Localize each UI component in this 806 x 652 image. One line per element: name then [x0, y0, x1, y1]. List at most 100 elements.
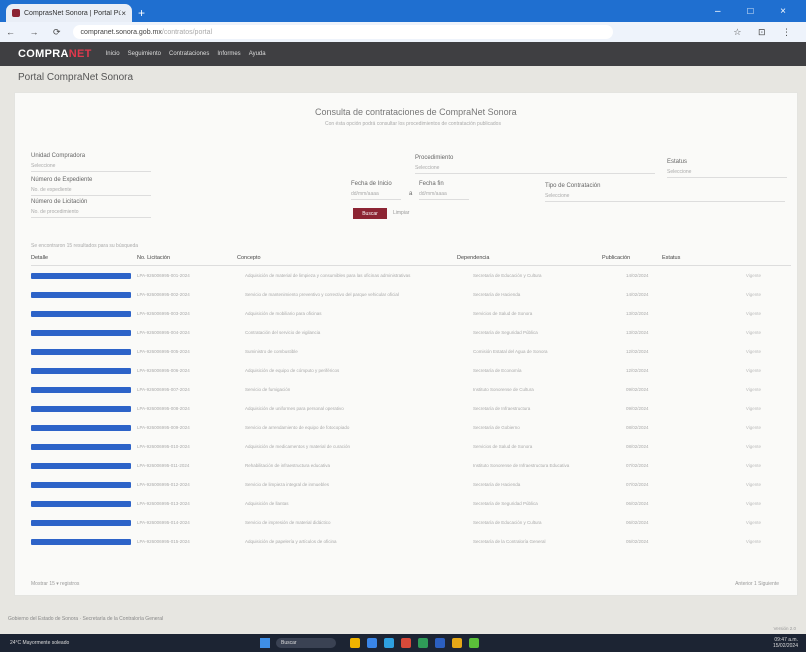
- site-navbar: COMPRANET Inicio Seguimiento Contratacio…: [0, 42, 806, 66]
- licitacion-number[interactable]: LPA-926006995-006-2024: [137, 368, 245, 373]
- licitacion-number[interactable]: LPA-926006995-013-2024: [137, 501, 245, 506]
- licitacion-number[interactable]: LPA-926006995-002-2024: [137, 292, 245, 297]
- concepto-text: Adquisición de mobiliario para oficinas: [245, 311, 322, 316]
- site-logo[interactable]: COMPRANET: [18, 48, 92, 60]
- windows-start-icon[interactable]: [260, 638, 270, 648]
- fecha-fin-input[interactable]: dd/mm/aaaa: [419, 191, 469, 200]
- store-icon[interactable]: [384, 638, 394, 648]
- detail-button[interactable]: [31, 500, 131, 507]
- menu-item-contrataciones[interactable]: Contrataciones: [169, 51, 209, 57]
- detail-button[interactable]: [31, 538, 131, 545]
- detail-button[interactable]: [31, 272, 131, 279]
- licitacion-number[interactable]: LPA-926006995-008-2024: [137, 406, 245, 411]
- detail-button[interactable]: [31, 386, 131, 393]
- licitacion-number[interactable]: LPA-926006995-009-2024: [137, 425, 245, 430]
- excel-icon[interactable]: [418, 638, 428, 648]
- detail-cell: [31, 462, 137, 469]
- table-row[interactable]: LPA-926006995-010-2024 Adquisición de med…: [31, 437, 791, 456]
- table-row[interactable]: LPA-926006995-006-2024 Adquisición de equ…: [31, 361, 791, 380]
- clear-button[interactable]: Limpiar: [393, 210, 409, 216]
- licitacion-number[interactable]: LPA-926006995-011-2024: [137, 463, 245, 468]
- browser-tab[interactable]: ComprasNet Sonora | Portal Pú ×: [6, 4, 132, 22]
- header-licitacion[interactable]: No. Licitación: [137, 255, 237, 265]
- table-row[interactable]: LPA-926006995-001-2024 Adquisición de mat…: [31, 266, 791, 285]
- licitacion-number[interactable]: LPA-926006995-007-2024: [137, 387, 245, 392]
- concepto-text: Contratación del servicio de vigilancia: [245, 330, 321, 335]
- table-row[interactable]: LPA-926006995-005-2024 Suministro de comb…: [31, 342, 791, 361]
- close-icon[interactable]: ×: [121, 9, 126, 18]
- menu-item-informes[interactable]: Informes: [217, 51, 240, 57]
- pagination[interactable]: Anterior 1 Siguiente: [735, 581, 779, 587]
- licitacion-number[interactable]: LPA-926006995-005-2024: [137, 349, 245, 354]
- detail-button[interactable]: [31, 291, 131, 298]
- table-row[interactable]: LPA-926006995-014-2024 Servicio de impres…: [31, 513, 791, 532]
- header-publicacion[interactable]: Publicación: [602, 255, 662, 265]
- detail-button[interactable]: [31, 348, 131, 355]
- table-row[interactable]: LPA-926006995-011-2024 Rehabilitación de …: [31, 456, 791, 475]
- detail-button[interactable]: [31, 405, 131, 412]
- licitacion-number[interactable]: LPA-926006995-014-2024: [137, 520, 245, 525]
- form-subtitle: Con ésta opción podrá consultar los proc…: [325, 121, 501, 127]
- page-size-control[interactable]: Mostrar 15 ▾ registros: [31, 581, 79, 587]
- detail-cell: [31, 519, 137, 526]
- file-explorer-icon[interactable]: [350, 638, 360, 648]
- table-row[interactable]: LPA-926006995-007-2024 Servicio de fumiga…: [31, 380, 791, 399]
- system-tray[interactable]: 09:47 a.m. 15/02/2024: [773, 637, 798, 649]
- menu-item-seguimiento[interactable]: Seguimiento: [128, 51, 161, 57]
- header-detalle[interactable]: Detalle: [31, 255, 137, 265]
- browser-toolbar: ← → ⟳ compranet.sonora.gob.mx /contratos…: [0, 22, 806, 42]
- search-button[interactable]: Buscar: [353, 208, 387, 219]
- window-controls[interactable]: – □ ×: [715, 6, 806, 22]
- detail-button[interactable]: [31, 481, 131, 488]
- menu-item-ayuda[interactable]: Ayuda: [249, 51, 266, 57]
- tipo-contratacion-select[interactable]: Seleccione: [545, 193, 785, 202]
- table-row[interactable]: LPA-926006995-012-2024 Servicio de limpie…: [31, 475, 791, 494]
- concepto-text: Suministro de combustible: [245, 349, 298, 354]
- office-icon[interactable]: [401, 638, 411, 648]
- header-dependencia[interactable]: Dependencia: [457, 255, 602, 265]
- detail-button[interactable]: [31, 443, 131, 450]
- word-icon[interactable]: [435, 638, 445, 648]
- table-row[interactable]: LPA-926006995-013-2024 Adquisición de lla…: [31, 494, 791, 513]
- licitacion-input[interactable]: No. de procedimiento: [31, 209, 151, 218]
- detail-button[interactable]: [31, 367, 131, 374]
- new-tab-icon[interactable]: +: [138, 6, 145, 20]
- taskbar-search[interactable]: Buscar: [276, 638, 336, 648]
- expediente-input[interactable]: No. de expediente: [31, 187, 151, 196]
- licitacion-number[interactable]: LPA-926006995-004-2024: [137, 330, 245, 335]
- navigation-buttons[interactable]: ← → ⟳: [0, 27, 73, 38]
- address-bar[interactable]: compranet.sonora.gob.mx /contratos/porta…: [72, 25, 613, 39]
- browser-toolbar-icons[interactable]: ☆ ⊡ ⋮: [733, 27, 806, 38]
- table-row[interactable]: LPA-926006995-009-2024 Servicio de arrend…: [31, 418, 791, 437]
- licitacion-number[interactable]: LPA-926006995-001-2024: [137, 273, 245, 278]
- unidad-compradora-select[interactable]: Seleccione: [31, 163, 151, 172]
- detail-cell: [31, 291, 137, 298]
- chrome-icon[interactable]: [452, 638, 462, 648]
- weather-widget[interactable]: 24°C Mayormente soleado: [10, 640, 80, 646]
- licitacion-number[interactable]: LPA-926006995-010-2024: [137, 444, 245, 449]
- edge-icon[interactable]: [367, 638, 377, 648]
- table-row[interactable]: LPA-926006995-003-2024 Adquisición de mob…: [31, 304, 791, 323]
- detail-button[interactable]: [31, 310, 131, 317]
- detail-button[interactable]: [31, 519, 131, 526]
- header-estatus[interactable]: Estatus: [662, 255, 791, 265]
- detail-button[interactable]: [31, 329, 131, 336]
- detail-button[interactable]: [31, 424, 131, 431]
- table-row[interactable]: LPA-926006995-008-2024 Adquisición de uni…: [31, 399, 791, 418]
- detail-button[interactable]: [31, 462, 131, 469]
- estatus-select[interactable]: Seleccione: [667, 169, 787, 178]
- header-concepto[interactable]: Concepto: [237, 255, 457, 265]
- menu-item-inicio[interactable]: Inicio: [106, 51, 120, 57]
- licitacion-number[interactable]: LPA-926006995-015-2024: [137, 539, 245, 544]
- licitacion-number[interactable]: LPA-926006995-003-2024: [137, 311, 245, 316]
- table-row[interactable]: LPA-926006995-015-2024 Adquisición de pap…: [31, 532, 791, 551]
- fecha-inicio-input[interactable]: dd/mm/aaaa: [351, 191, 401, 200]
- dependencia-text: Secretaría de Seguridad Pública: [473, 501, 538, 506]
- procedimiento-select[interactable]: Seleccione: [415, 165, 655, 174]
- licitacion-number[interactable]: LPA-926006995-012-2024: [137, 482, 245, 487]
- table-row[interactable]: LPA-926006995-004-2024 Contratación del s…: [31, 323, 791, 342]
- table-row[interactable]: LPA-926006995-002-2024 Servicio de manten…: [31, 285, 791, 304]
- status-badge: Vigente: [745, 425, 761, 430]
- app-icon[interactable]: [469, 638, 479, 648]
- status-badge: Vigente: [745, 387, 761, 392]
